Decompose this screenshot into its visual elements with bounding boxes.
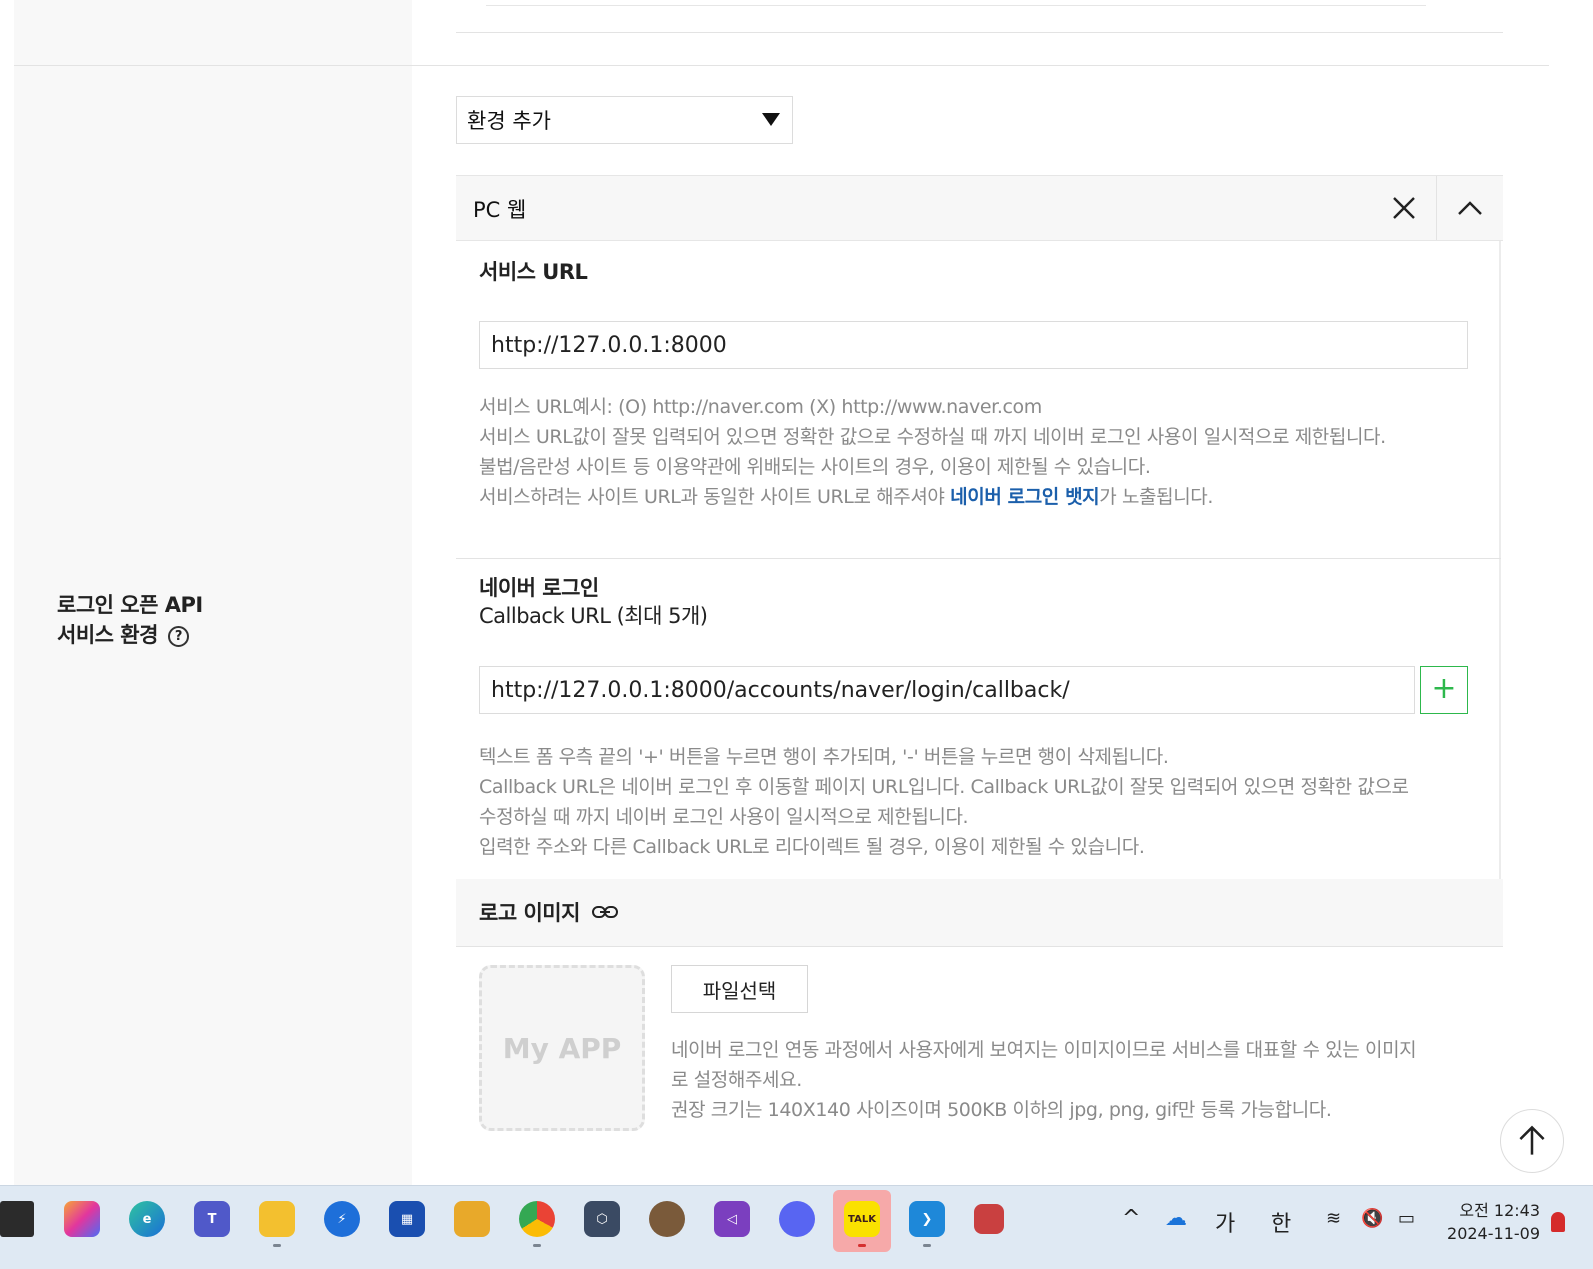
snipping-tool-icon[interactable] <box>974 1204 1004 1234</box>
divider <box>486 5 1426 6</box>
speaker-muted-icon[interactable]: 🔇 <box>1361 1208 1383 1229</box>
running-indicator <box>533 1244 541 1247</box>
divider <box>456 558 1501 559</box>
arrow-up-icon <box>1519 1125 1545 1155</box>
environment-select[interactable]: 환경 추가 <box>456 96 793 144</box>
taskbar: e T ⚡ ▦ ⬡ ◁ TALK ❯ ^ ☁ 가 한 ≋ 🔇 ▭ 오전 12:4… <box>0 1185 1593 1269</box>
row-divider <box>14 65 1549 66</box>
edge-browser-icon[interactable]: e <box>129 1201 165 1237</box>
scroll-to-top-button[interactable] <box>1500 1109 1564 1173</box>
callback-url-title: 네이버 로그인 Callback URL (최대 5개) <box>479 576 708 628</box>
file-select-button[interactable]: 파일선택 <box>671 965 808 1013</box>
system-clock[interactable]: 오전 12:43 2024-11-09 <box>1444 1199 1540 1245</box>
chrome-browser-icon[interactable] <box>519 1201 555 1237</box>
logo-section-title: 로고 이미지 <box>479 901 580 925</box>
microsoft-store-icon[interactable]: ▦ <box>389 1201 425 1237</box>
battery-icon[interactable]: ▭ <box>1398 1208 1415 1229</box>
panel-border <box>1499 241 1501 881</box>
visual-studio-icon[interactable]: ◁ <box>714 1201 750 1237</box>
teams-icon[interactable]: T <box>194 1201 230 1237</box>
service-url-input[interactable]: http://127.0.0.1:8000 <box>479 321 1468 369</box>
field-label-line1: 로그인 오픈 API <box>57 593 203 617</box>
running-indicator <box>273 1244 281 1247</box>
notification-bell-icon[interactable] <box>1551 1212 1565 1232</box>
page: 로그인 오픈 API 서비스 환경? 환경 추가 PC 웹 서비스 URL ht… <box>0 0 1593 1200</box>
running-indicator <box>923 1244 931 1247</box>
environment-select-value: 환경 추가 <box>467 109 551 133</box>
portrait-app-icon[interactable] <box>649 1201 685 1237</box>
logo-section-header: 로고 이미지 <box>456 879 1503 947</box>
discord-icon[interactable] <box>779 1201 815 1237</box>
caret-down-icon <box>762 113 780 126</box>
lightning-app-icon[interactable]: ⚡ <box>324 1201 360 1237</box>
kakaotalk-icon[interactable]: TALK <box>844 1201 880 1237</box>
help-icon[interactable]: ? <box>167 625 189 647</box>
add-callback-button[interactable]: + <box>1420 666 1468 714</box>
virtualbox-icon[interactable]: ⬡ <box>584 1201 620 1237</box>
input-language-2[interactable]: 한 <box>1271 1206 1291 1238</box>
logo-placeholder-text: My APP <box>502 1031 622 1065</box>
panel-header: PC 웹 <box>456 175 1503 241</box>
vscode-icon[interactable]: ❯ <box>909 1201 945 1237</box>
field-label-line2: 서비스 환경? <box>57 620 203 650</box>
copilot-icon[interactable] <box>64 1201 100 1237</box>
input-language-1[interactable]: 가 <box>1215 1206 1235 1238</box>
wifi-icon[interactable]: ≋ <box>1326 1208 1341 1229</box>
file-explorer-icon[interactable] <box>259 1201 295 1237</box>
running-indicator <box>858 1244 866 1247</box>
field-label: 로그인 오픈 API 서비스 환경? <box>57 590 203 650</box>
separator <box>1436 176 1437 240</box>
link-icon <box>592 906 618 918</box>
logo-preview: My APP <box>479 965 645 1131</box>
task-view-icon[interactable] <box>0 1201 34 1237</box>
snipping-app-icon[interactable] <box>454 1201 490 1237</box>
close-icon[interactable] <box>1386 190 1422 226</box>
callback-url-help: 텍스트 폼 우측 끝의 '+' 버튼을 누르면 행이 추가되며, '-' 버튼을… <box>479 746 1409 858</box>
panel-title: PC 웹 <box>473 198 527 222</box>
service-url-help: 서비스 URL예시: (O) http://naver.com (X) http… <box>479 396 1386 508</box>
logo-help: 네이버 로그인 연동 과정에서 사용자에게 보여지는 이미지이므로 서비스를 대… <box>671 1039 1417 1121</box>
naver-login-badge-link[interactable]: 네이버 로그인 뱃지 <box>950 486 1099 508</box>
service-url-title: 서비스 URL <box>479 260 588 284</box>
divider <box>456 32 1503 33</box>
onedrive-icon[interactable]: ☁ <box>1165 1206 1187 1231</box>
chevron-up-icon[interactable]: ^ <box>1122 1206 1140 1231</box>
chevron-up-icon[interactable] <box>1452 190 1488 226</box>
callback-url-input[interactable]: http://127.0.0.1:8000/accounts/naver/log… <box>479 666 1415 714</box>
